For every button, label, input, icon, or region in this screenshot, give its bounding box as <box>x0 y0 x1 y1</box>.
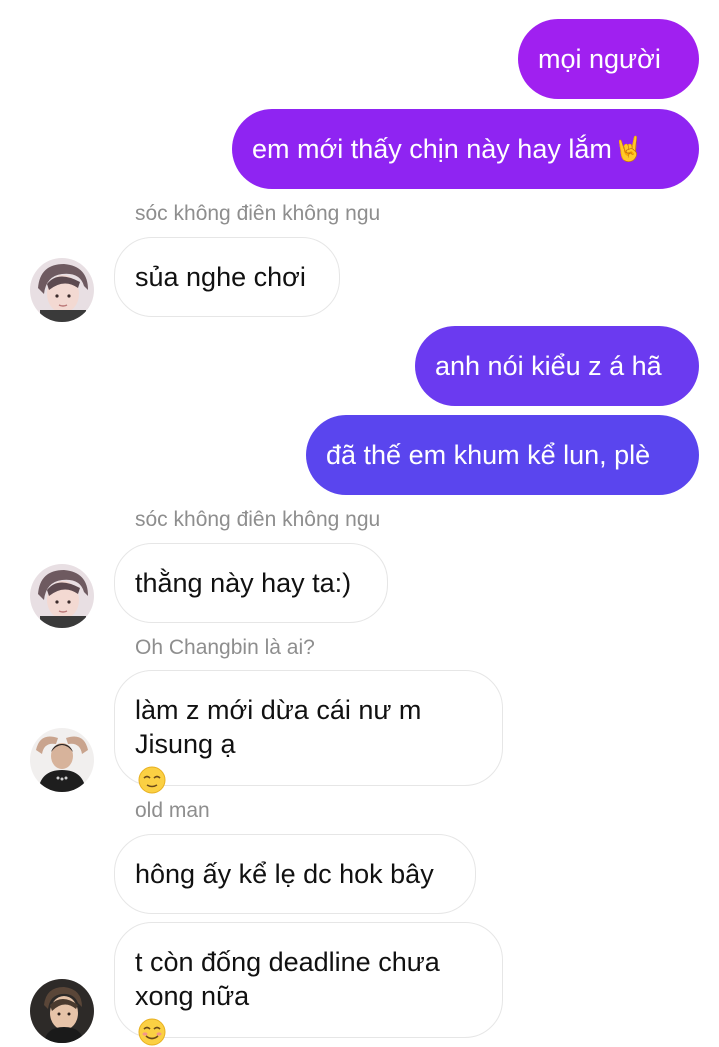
message-text: anh nói kiểu z á hã <box>435 351 662 381</box>
incoming-message-bubble[interactable]: làm z mới dừa cái nư m Jisung ạ <box>114 670 503 794</box>
message-text-line: Jisung ạ <box>135 727 421 795</box>
incoming-message-bubble[interactable]: hông ấy kể lẹ dc hok bây <box>114 834 476 914</box>
message-text: đã thế em khum kể lun, plè <box>326 440 651 470</box>
incoming-message-bubble[interactable]: sủa nghe chơi <box>114 237 340 317</box>
message-text: hông ấy kể lẹ dc hok bây <box>135 859 434 889</box>
message-text: thằng này hay ta:) <box>135 568 352 598</box>
message-text-line: t còn đống deadline chưa <box>135 947 440 977</box>
relieved-face-emoji-icon <box>138 766 166 794</box>
sender-avatar[interactable] <box>30 564 94 628</box>
sender-name: old man <box>135 799 210 822</box>
message-text-line: xong nữa <box>135 979 440 1047</box>
message-text: em mới thấy chịn này hay lắm <box>252 134 612 164</box>
rock-hand-emoji-icon: 🤘 <box>613 135 644 163</box>
outgoing-message-bubble[interactable]: em mới thấy chịn này hay lắm 🤘 <box>232 109 699 189</box>
outgoing-message-bubble[interactable]: đã thế em khum kể lun, plè <box>306 415 699 495</box>
message-text: mọi người <box>538 44 661 74</box>
sender-avatar[interactable] <box>30 979 94 1043</box>
sender-name: sóc không điên không ngu <box>135 202 381 225</box>
incoming-message-bubble[interactable]: t còn đống deadline chưa xong nữa <box>114 922 503 1046</box>
outgoing-message-bubble[interactable]: anh nói kiểu z á hã <box>415 326 699 406</box>
message-text: sủa nghe chơi <box>135 262 306 292</box>
sender-avatar[interactable] <box>30 258 94 322</box>
sender-avatar[interactable] <box>30 728 94 792</box>
incoming-message-bubble[interactable]: thằng này hay ta:) <box>114 543 388 623</box>
sender-name: Oh Changbin là ai? <box>135 636 315 659</box>
outgoing-message-bubble[interactable]: mọi người <box>518 19 699 99</box>
smiling-face-emoji-icon <box>138 1018 166 1046</box>
sender-name: sóc không điên không ngu <box>135 508 381 531</box>
message-text-line: làm z mới dừa cái nư m <box>135 695 422 725</box>
